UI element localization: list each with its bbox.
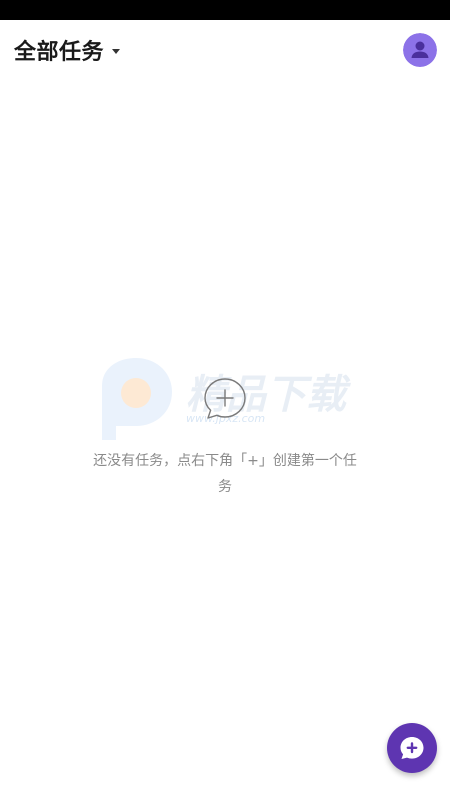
task-list-screen: 全部任务 精品下载 www.jpxz.com 还没有任务，点右下角「+」创建第一… bbox=[0, 0, 450, 800]
page-title: 全部任务 bbox=[14, 40, 105, 65]
empty-state-message: 还没有任务，点右下角「+」创建第一个任务 bbox=[93, 453, 357, 495]
chat-bubble-plus-icon bbox=[400, 737, 424, 759]
status-bar bbox=[0, 0, 450, 20]
add-task-button[interactable] bbox=[387, 723, 437, 773]
avatar[interactable] bbox=[403, 33, 437, 67]
app-bar: 全部任务 bbox=[0, 20, 450, 80]
empty-state: 还没有任务，点右下角「+」创建第一个任务 bbox=[0, 376, 450, 500]
task-filter-dropdown[interactable]: 全部任务 bbox=[14, 34, 121, 66]
caret-down-icon bbox=[112, 48, 121, 54]
person-icon bbox=[403, 33, 437, 67]
chat-bubble-plus-icon bbox=[204, 378, 246, 419]
